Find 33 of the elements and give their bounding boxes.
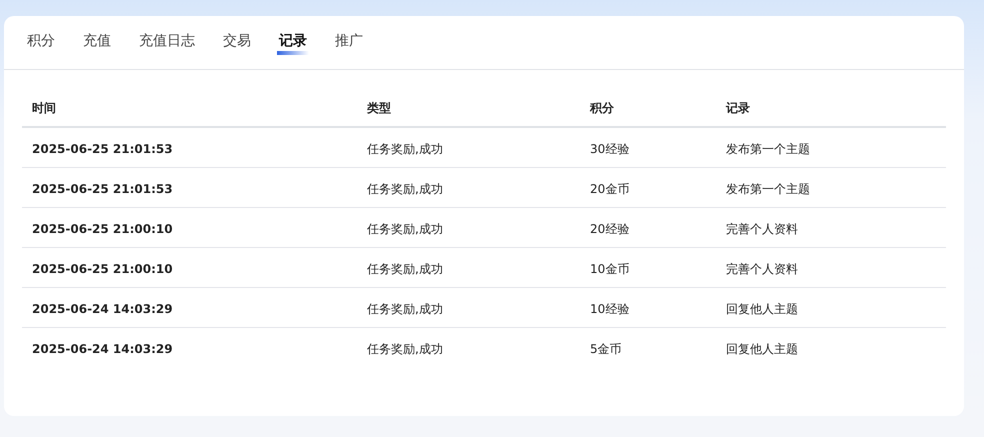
column-header: 积分 [590, 101, 614, 115]
table-cell: 2025-06-25 21:01:53 [32, 142, 173, 156]
table-cell: 任务奖励,成功 [367, 262, 443, 276]
table-cell: 2025-06-25 21:00:10 [32, 222, 173, 236]
table-cell: 5金币 [590, 342, 622, 356]
tab[interactable]: 充值日志 [130, 30, 204, 54]
table-cell: 10经验 [590, 302, 630, 316]
table-cell: 2025-06-24 14:03:29 [32, 342, 173, 356]
table-cell: 10金币 [590, 262, 630, 276]
tab[interactable]: 交易 [214, 30, 260, 54]
table-cell: 发布第一个主题 [726, 142, 810, 156]
table-cell: 30经验 [590, 142, 630, 156]
table-cell: 回复他人主题 [726, 302, 798, 316]
column-header: 记录 [726, 101, 750, 115]
table-cell: 回复他人主题 [726, 342, 798, 356]
tab[interactable]: 推广 [326, 30, 372, 54]
table-cell: 2025-06-25 21:01:53 [32, 182, 173, 196]
column-header: 时间 [32, 101, 56, 115]
table-cell: 完善个人资料 [726, 222, 798, 236]
table-cell: 20金币 [590, 182, 630, 196]
table-cell: 任务奖励,成功 [367, 142, 443, 156]
table-cell: 任务奖励,成功 [367, 222, 443, 236]
tab[interactable]: 积分 [18, 30, 64, 54]
table-cell: 完善个人资料 [726, 262, 798, 276]
column-header: 类型 [367, 101, 391, 115]
table-cell: 任务奖励,成功 [367, 182, 443, 196]
table-cell: 20经验 [590, 222, 630, 236]
tab[interactable]: 充值 [74, 30, 120, 54]
table-cell: 任务奖励,成功 [367, 342, 443, 356]
table-cell: 任务奖励,成功 [367, 302, 443, 316]
table-cell: 2025-06-25 21:00:10 [32, 262, 173, 276]
table-cell: 2025-06-24 14:03:29 [32, 302, 173, 316]
table-cell: 发布第一个主题 [726, 182, 810, 196]
